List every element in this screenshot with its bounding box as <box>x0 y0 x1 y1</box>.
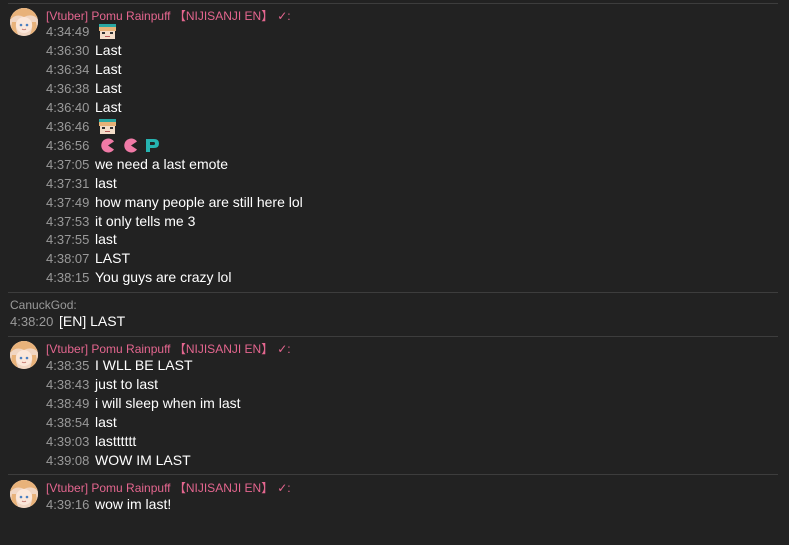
message-text: last <box>95 175 117 191</box>
timestamp: 4:36:38 <box>46 81 90 96</box>
message-text: Last <box>95 99 122 115</box>
message-text: WOW IM LAST <box>95 452 191 468</box>
message-text: [EN] LAST <box>59 313 126 329</box>
chat-message: 4:39:08 WOW IM LAST <box>46 451 191 470</box>
author-label: [Vtuber] Pomu Rainpuff 【NIJISANJI EN】 <box>46 342 274 356</box>
divider <box>8 474 778 475</box>
timestamp: 4:39:16 <box>46 497 90 512</box>
divider <box>8 336 778 337</box>
timestamp: 4:37:31 <box>46 176 90 191</box>
chat-message: 4:39:16 wow im last! <box>46 495 171 514</box>
teal-p-emote <box>146 139 160 152</box>
chat-log: [Vtuber] Pomu Rainpuff 【NIJISANJI EN】 ✓: … <box>0 0 789 545</box>
timestamp: 4:39:03 <box>46 434 90 449</box>
timestamp: 4:38:15 <box>46 270 90 285</box>
pomu-face-emote <box>99 24 117 39</box>
pink-pacman-emote <box>101 138 115 153</box>
chat-message: 4:37:55 last <box>46 230 117 249</box>
timestamp: 4:37:49 <box>46 195 90 210</box>
chat-message: 4:38:43 just to last <box>46 375 158 394</box>
pink-pacman-emote <box>124 138 137 153</box>
author-label: [Vtuber] Pomu Rainpuff 【NIJISANJI EN】 <box>46 9 274 23</box>
timestamp: 4:38:54 <box>46 415 90 430</box>
chat-message: 4:38:20 [EN] LAST <box>10 312 125 331</box>
author-name[interactable]: [Vtuber] Pomu Rainpuff 【NIJISANJI EN】 ✓: <box>46 341 291 357</box>
timestamp: 4:36:56 <box>46 138 90 153</box>
chat-message: 4:34:49 <box>46 22 117 41</box>
chat-message: 4:38:35 I WLL BE LAST <box>46 356 193 375</box>
divider <box>8 3 778 4</box>
chat-message: 4:37:05 we need a last emote <box>46 155 228 174</box>
pomu-avatar-icon <box>10 341 38 369</box>
chat-message: 4:36:40 Last <box>46 98 121 117</box>
timestamp: 4:37:53 <box>46 214 90 229</box>
chat-message: 4:37:31 last <box>46 174 117 193</box>
message-text: Last <box>95 80 122 96</box>
message-text: it only tells me 3 <box>95 213 196 229</box>
message-text: You guys are crazy lol <box>95 269 232 285</box>
timestamp: 4:36:40 <box>46 100 90 115</box>
timestamp: 4:36:34 <box>46 62 90 77</box>
chat-message: 4:38:54 last <box>46 413 117 432</box>
author-name[interactable]: CanuckGod: <box>10 297 77 313</box>
timestamp: 4:36:46 <box>46 119 90 134</box>
author-colon: : <box>287 342 291 356</box>
chat-message: 4:36:46 <box>46 117 117 136</box>
message-text: I WLL BE LAST <box>95 357 193 373</box>
chat-message: 4:36:56 <box>46 136 162 155</box>
message-text: how many people are still here lol <box>95 194 303 210</box>
timestamp: 4:34:49 <box>46 24 90 39</box>
chat-message: 4:39:03 lastttttt <box>46 432 136 451</box>
message-text: last <box>95 231 117 247</box>
message-text: Last <box>95 42 122 58</box>
chat-message: 4:36:38 Last <box>46 79 121 98</box>
timestamp: 4:38:43 <box>46 377 90 392</box>
verified-check-icon: ✓ <box>277 481 288 495</box>
author-colon: : <box>287 9 291 23</box>
chat-message: 4:38:07 LAST <box>46 249 130 268</box>
timestamp: 4:36:30 <box>46 43 90 58</box>
avatar[interactable] <box>10 8 38 36</box>
avatar[interactable] <box>10 480 38 508</box>
message-text: Last <box>95 61 122 77</box>
pomu-avatar-icon <box>10 8 38 36</box>
verified-check-icon: ✓ <box>277 9 288 23</box>
message-text: wow im last! <box>95 496 172 512</box>
message-text: LAST <box>95 250 131 266</box>
timestamp: 4:39:08 <box>46 453 90 468</box>
pomu-face-emote <box>99 119 117 134</box>
author-colon: : <box>287 481 291 495</box>
message-text: just to last <box>95 376 159 392</box>
message-text: i will sleep when im last <box>95 395 241 411</box>
chat-message: 4:36:34 Last <box>46 60 121 79</box>
chat-message: 4:37:49 how many people are still here lo… <box>46 193 303 212</box>
timestamp: 4:38:07 <box>46 251 90 266</box>
timestamp: 4:38:20 <box>10 314 54 329</box>
chat-message: 4:37:53 it only tells me 3 <box>46 212 195 231</box>
pomu-avatar-icon <box>10 480 38 508</box>
divider <box>8 292 778 293</box>
author-label: [Vtuber] Pomu Rainpuff 【NIJISANJI EN】 <box>46 481 274 495</box>
timestamp: 4:38:35 <box>46 358 90 373</box>
message-text: we need a last emote <box>95 156 229 172</box>
message-text: last <box>95 414 117 430</box>
verified-check-icon: ✓ <box>277 342 288 356</box>
message-text: lastttttt <box>95 433 137 449</box>
timestamp: 4:37:55 <box>46 232 90 247</box>
chat-message: 4:38:49 i will sleep when im last <box>46 394 241 413</box>
author-name[interactable]: [Vtuber] Pomu Rainpuff 【NIJISANJI EN】 ✓: <box>46 480 291 496</box>
chat-message: 4:38:15 You guys are crazy lol <box>46 268 231 287</box>
chat-message: 4:36:30 Last <box>46 41 121 60</box>
timestamp: 4:38:49 <box>46 396 90 411</box>
avatar[interactable] <box>10 341 38 369</box>
timestamp: 4:37:05 <box>46 157 90 172</box>
